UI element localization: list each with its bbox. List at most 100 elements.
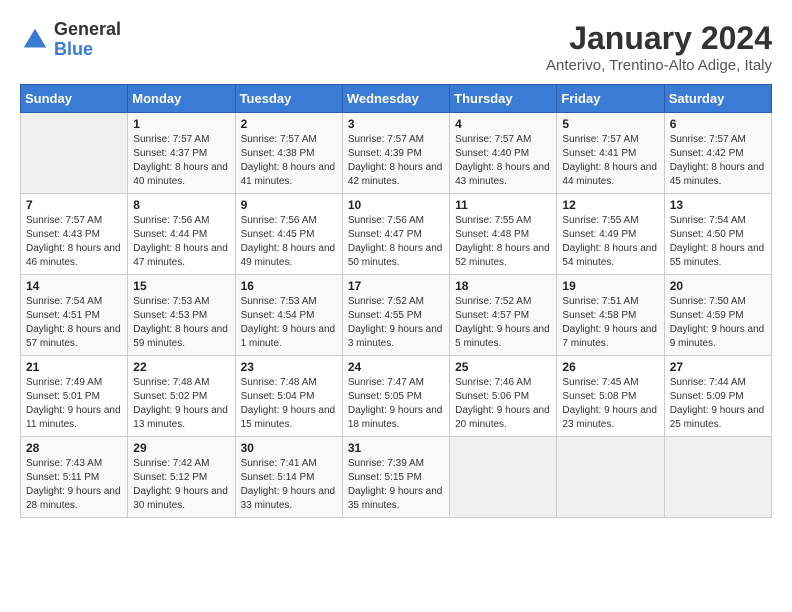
week-row-2: 7 Sunrise: 7:57 AMSunset: 4:43 PMDaylight… xyxy=(21,194,772,275)
day-info: Sunrise: 7:57 AMSunset: 4:38 PMDaylight:… xyxy=(241,133,337,189)
day-number: 21 xyxy=(26,360,122,374)
weekday-header-thursday: Thursday xyxy=(450,85,557,113)
logo-icon xyxy=(20,25,50,55)
calendar-table: SundayMondayTuesdayWednesdayThursdayFrid… xyxy=(20,84,772,518)
calendar-cell: 7 Sunrise: 7:57 AMSunset: 4:43 PMDaylight… xyxy=(21,194,128,275)
day-info: Sunrise: 7:48 AMSunset: 5:02 PMDaylight:… xyxy=(133,376,229,432)
day-number: 30 xyxy=(241,441,337,455)
day-number: 4 xyxy=(455,117,551,131)
weekday-header-tuesday: Tuesday xyxy=(235,85,342,113)
day-info: Sunrise: 7:49 AMSunset: 5:01 PMDaylight:… xyxy=(26,376,122,432)
weekday-header-sunday: Sunday xyxy=(21,85,128,113)
day-number: 17 xyxy=(348,279,444,293)
calendar-cell: 3 Sunrise: 7:57 AMSunset: 4:39 PMDaylight… xyxy=(342,113,449,194)
weekday-header-monday: Monday xyxy=(128,85,235,113)
day-number: 25 xyxy=(455,360,551,374)
day-number: 9 xyxy=(241,198,337,212)
day-number: 29 xyxy=(133,441,229,455)
day-number: 8 xyxy=(133,198,229,212)
calendar-cell: 5Sunrise: 7:57 AMSunset: 4:41 PMDaylight… xyxy=(557,113,664,194)
week-row-5: 28 Sunrise: 7:43 AMSunset: 5:11 PMDayligh… xyxy=(21,437,772,518)
day-number: 23 xyxy=(241,360,337,374)
weekday-header-wednesday: Wednesday xyxy=(342,85,449,113)
weekday-header-friday: Friday xyxy=(557,85,664,113)
calendar-cell: 9 Sunrise: 7:56 AMSunset: 4:45 PMDaylight… xyxy=(235,194,342,275)
calendar-cell: 13Sunrise: 7:54 AMSunset: 4:50 PMDayligh… xyxy=(664,194,771,275)
logo: General Blue xyxy=(20,20,121,60)
day-info: Sunrise: 7:50 AMSunset: 4:59 PMDaylight:… xyxy=(670,295,766,351)
day-number: 28 xyxy=(26,441,122,455)
calendar-cell: 4 Sunrise: 7:57 AMSunset: 4:40 PMDaylight… xyxy=(450,113,557,194)
day-info: Sunrise: 7:39 AMSunset: 5:15 PMDaylight:… xyxy=(348,457,444,513)
day-info: Sunrise: 7:54 AMSunset: 4:51 PMDaylight:… xyxy=(26,295,122,351)
day-info: Sunrise: 7:57 AMSunset: 4:40 PMDaylight:… xyxy=(455,133,551,189)
day-info: Sunrise: 7:57 AMSunset: 4:43 PMDaylight:… xyxy=(26,214,122,270)
day-number: 2 xyxy=(241,117,337,131)
calendar-cell: 31 Sunrise: 7:39 AMSunset: 5:15 PMDayligh… xyxy=(342,437,449,518)
week-row-4: 21 Sunrise: 7:49 AMSunset: 5:01 PMDayligh… xyxy=(21,356,772,437)
day-info: Sunrise: 7:44 AMSunset: 5:09 PMDaylight:… xyxy=(670,376,766,432)
day-info: Sunrise: 7:43 AMSunset: 5:11 PMDaylight:… xyxy=(26,457,122,513)
calendar-cell: 8Sunrise: 7:56 AMSunset: 4:44 PMDaylight… xyxy=(128,194,235,275)
calendar-cell: 1 Sunrise: 7:57 AMSunset: 4:37 PMDaylight… xyxy=(128,113,235,194)
week-row-1: 1 Sunrise: 7:57 AMSunset: 4:37 PMDaylight… xyxy=(21,113,772,194)
location-title: Anterivo, Trentino-Alto Adige, Italy xyxy=(546,57,772,74)
calendar-cell xyxy=(21,113,128,194)
calendar-cell: 12 Sunrise: 7:55 AMSunset: 4:49 PMDayligh… xyxy=(557,194,664,275)
day-number: 7 xyxy=(26,198,122,212)
calendar-cell: 20 Sunrise: 7:50 AMSunset: 4:59 PMDayligh… xyxy=(664,275,771,356)
calendar-cell: 22 Sunrise: 7:48 AMSunset: 5:02 PMDayligh… xyxy=(128,356,235,437)
day-info: Sunrise: 7:52 AMSunset: 4:55 PMDaylight:… xyxy=(348,295,444,351)
calendar-cell: 19Sunrise: 7:51 AMSunset: 4:58 PMDayligh… xyxy=(557,275,664,356)
day-number: 3 xyxy=(348,117,444,131)
day-info: Sunrise: 7:54 AMSunset: 4:50 PMDaylight:… xyxy=(670,214,766,270)
day-number: 22 xyxy=(133,360,229,374)
day-info: Sunrise: 7:56 AMSunset: 4:45 PMDaylight:… xyxy=(241,214,337,270)
calendar-cell xyxy=(450,437,557,518)
day-number: 20 xyxy=(670,279,766,293)
weekday-header-saturday: Saturday xyxy=(664,85,771,113)
day-number: 15 xyxy=(133,279,229,293)
day-number: 16 xyxy=(241,279,337,293)
calendar-cell: 21 Sunrise: 7:49 AMSunset: 5:01 PMDayligh… xyxy=(21,356,128,437)
calendar-cell: 10Sunrise: 7:56 AMSunset: 4:47 PMDayligh… xyxy=(342,194,449,275)
day-info: Sunrise: 7:55 AMSunset: 4:48 PMDaylight:… xyxy=(455,214,551,270)
day-info: Sunrise: 7:47 AMSunset: 5:05 PMDaylight:… xyxy=(348,376,444,432)
calendar-cell: 17 Sunrise: 7:52 AMSunset: 4:55 PMDayligh… xyxy=(342,275,449,356)
calendar-cell xyxy=(557,437,664,518)
day-info: Sunrise: 7:57 AMSunset: 4:42 PMDaylight:… xyxy=(670,133,766,189)
day-info: Sunrise: 7:53 AMSunset: 4:53 PMDaylight:… xyxy=(133,295,229,351)
day-number: 11 xyxy=(455,198,551,212)
day-info: Sunrise: 7:55 AMSunset: 4:49 PMDaylight:… xyxy=(562,214,658,270)
day-number: 31 xyxy=(348,441,444,455)
day-info: Sunrise: 7:52 AMSunset: 4:57 PMDaylight:… xyxy=(455,295,551,351)
calendar-cell: 11 Sunrise: 7:55 AMSunset: 4:48 PMDayligh… xyxy=(450,194,557,275)
day-info: Sunrise: 7:48 AMSunset: 5:04 PMDaylight:… xyxy=(241,376,337,432)
day-info: Sunrise: 7:45 AMSunset: 5:08 PMDaylight:… xyxy=(562,376,658,432)
calendar-cell: 14 Sunrise: 7:54 AMSunset: 4:51 PMDayligh… xyxy=(21,275,128,356)
calendar-cell: 23 Sunrise: 7:48 AMSunset: 5:04 PMDayligh… xyxy=(235,356,342,437)
weekday-header-row: SundayMondayTuesdayWednesdayThursdayFrid… xyxy=(21,85,772,113)
day-number: 26 xyxy=(562,360,658,374)
calendar-cell: 30Sunrise: 7:41 AMSunset: 5:14 PMDayligh… xyxy=(235,437,342,518)
calendar-cell: 16 Sunrise: 7:53 AMSunset: 4:54 PMDayligh… xyxy=(235,275,342,356)
day-number: 14 xyxy=(26,279,122,293)
calendar-cell: 2 Sunrise: 7:57 AMSunset: 4:38 PMDaylight… xyxy=(235,113,342,194)
day-number: 1 xyxy=(133,117,229,131)
logo-blue: Blue xyxy=(54,40,121,60)
week-row-3: 14 Sunrise: 7:54 AMSunset: 4:51 PMDayligh… xyxy=(21,275,772,356)
logo-general: General xyxy=(54,20,121,40)
day-info: Sunrise: 7:57 AMSunset: 4:39 PMDaylight:… xyxy=(348,133,444,189)
calendar-cell: 15 Sunrise: 7:53 AMSunset: 4:53 PMDayligh… xyxy=(128,275,235,356)
calendar-cell: 6Sunrise: 7:57 AMSunset: 4:42 PMDaylight… xyxy=(664,113,771,194)
day-info: Sunrise: 7:53 AMSunset: 4:54 PMDaylight:… xyxy=(241,295,337,351)
day-info: Sunrise: 7:57 AMSunset: 4:41 PMDaylight:… xyxy=(562,133,658,189)
calendar-cell xyxy=(664,437,771,518)
day-info: Sunrise: 7:57 AMSunset: 4:37 PMDaylight:… xyxy=(133,133,229,189)
calendar-cell: 26 Sunrise: 7:45 AMSunset: 5:08 PMDayligh… xyxy=(557,356,664,437)
day-number: 19 xyxy=(562,279,658,293)
calendar-cell: 25Sunrise: 7:46 AMSunset: 5:06 PMDayligh… xyxy=(450,356,557,437)
calendar-cell: 24Sunrise: 7:47 AMSunset: 5:05 PMDayligh… xyxy=(342,356,449,437)
day-info: Sunrise: 7:42 AMSunset: 5:12 PMDaylight:… xyxy=(133,457,229,513)
day-number: 12 xyxy=(562,198,658,212)
